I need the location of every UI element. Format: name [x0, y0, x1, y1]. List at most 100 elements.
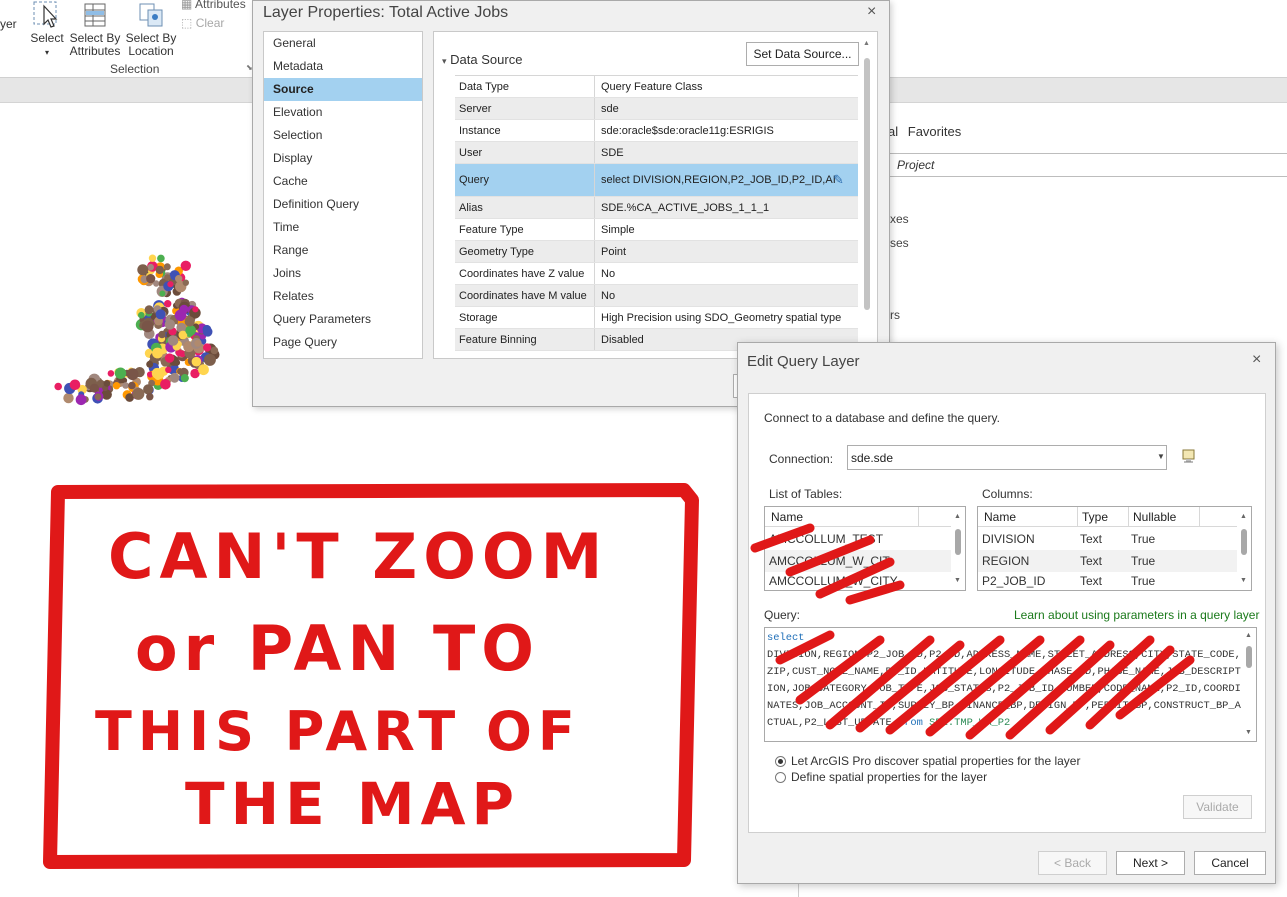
- map-point: [159, 290, 166, 297]
- pencil-edit-icon[interactable]: ✎: [833, 172, 844, 188]
- query-textarea[interactable]: select DIVISION,REGION,P2_JOB_ID,P2_ID,A…: [764, 627, 1257, 742]
- scrollbar-thumb[interactable]: [864, 58, 870, 310]
- scroll-down-arrow-icon[interactable]: ▼: [954, 577, 961, 584]
- scrollbar-thumb[interactable]: [1246, 646, 1252, 668]
- catalog-item-fragment[interactable]: xes: [890, 212, 909, 226]
- close-icon[interactable]: ×: [867, 3, 876, 21]
- chevron-down-icon[interactable]: ▾: [45, 48, 49, 57]
- header-divider: [1128, 507, 1129, 527]
- scroll-down-arrow-icon[interactable]: ▼: [1245, 729, 1252, 736]
- catalog-item-fragment[interactable]: rs: [890, 308, 900, 322]
- map-point: [198, 364, 209, 376]
- database-connection-icon[interactable]: [1181, 448, 1197, 467]
- map-point: [185, 325, 196, 336]
- source-panel: ▾ Data Source Set Data Source... Data Ty…: [433, 31, 878, 359]
- property-key: Query: [455, 164, 595, 196]
- validate-button[interactable]: Validate: [1183, 795, 1252, 819]
- connection-dropdown[interactable]: sde.sde: [847, 445, 1167, 470]
- property-row: Instance sde:oracle$sde:oracle11g:ESRIGIS: [455, 120, 858, 142]
- select-by-attributes-button[interactable]: Select By Attributes: [68, 0, 122, 58]
- attributes-button[interactable]: ▦ Attributes: [181, 0, 246, 11]
- vertical-scrollbar[interactable]: ▲ ▼: [1242, 628, 1256, 741]
- nav-definition-query[interactable]: Definition Query: [264, 193, 422, 216]
- property-value: select DIVISION,REGION,P2_JOB_ID,P2_ID,A…: [601, 174, 836, 186]
- select-by-attributes-label-1: Select By: [69, 31, 121, 45]
- radio-define-spatial[interactable]: [775, 772, 786, 783]
- tab-favorites[interactable]: Favorites: [908, 124, 961, 139]
- clear-button[interactable]: ⬚ Clear: [181, 16, 224, 30]
- table-list-item[interactable]: AMCCOLLUM_TEST: [765, 528, 951, 550]
- radio-define-label[interactable]: Define spatial properties for the layer: [791, 770, 987, 784]
- query-keyword-select: select: [767, 632, 805, 644]
- map-point: [128, 381, 136, 390]
- map-point: [141, 320, 154, 333]
- scroll-up-arrow-icon[interactable]: ▲: [1245, 632, 1252, 639]
- cancel-button[interactable]: Cancel: [1194, 851, 1266, 875]
- map-point: [164, 319, 176, 330]
- property-value: SDE: [601, 146, 624, 159]
- table-icon: ▦: [181, 0, 193, 11]
- map-point: [69, 379, 81, 391]
- header-divider: [1199, 507, 1200, 527]
- table-list-item[interactable]: AMCCOLLUM_W_CITY: [765, 572, 951, 590]
- data-source-section[interactable]: ▾ Data Source: [442, 52, 522, 67]
- nav-time[interactable]: Time: [264, 216, 422, 239]
- chevron-down-icon[interactable]: ▾: [442, 56, 447, 66]
- vertical-scrollbar[interactable]: ▲ ▼: [1237, 507, 1251, 590]
- radio-discover-label[interactable]: Let ArcGIS Pro discover spatial properti…: [791, 754, 1080, 768]
- property-key: Data Type: [455, 76, 595, 97]
- nav-query-parameters[interactable]: Query Parameters: [264, 308, 422, 331]
- property-value: No: [601, 267, 616, 280]
- select-by-location-button[interactable]: Select By Location: [124, 0, 178, 58]
- table-list-item[interactable]: AMCCOLLUM_W_CIT: [765, 550, 951, 572]
- vertical-scrollbar[interactable]: ▲ ▼: [951, 507, 965, 590]
- column-header-name[interactable]: Name: [771, 510, 803, 524]
- property-row-query[interactable]: Query select DIVISION,REGION,P2_JOB_ID,P…: [455, 164, 858, 197]
- back-button[interactable]: < Back: [1038, 851, 1107, 875]
- nav-page-query[interactable]: Page Query: [264, 331, 422, 354]
- map-point: [146, 360, 154, 368]
- column-header-name[interactable]: Name: [984, 510, 1016, 524]
- vertical-scrollbar[interactable]: ▲: [862, 40, 872, 352]
- nav-display[interactable]: Display: [264, 147, 422, 170]
- property-row: Storage High Precision using SDO_Geometry…: [455, 307, 858, 329]
- property-row: Coordinates have M value No: [455, 285, 858, 307]
- intro-text: Connect to a database and define the que…: [764, 411, 1000, 425]
- nav-general[interactable]: General: [264, 32, 422, 55]
- set-data-source-button[interactable]: Set Data Source...: [746, 42, 859, 66]
- nav-source[interactable]: Source: [264, 78, 422, 101]
- scroll-up-arrow-icon[interactable]: ▲: [954, 513, 961, 520]
- nav-selection[interactable]: Selection: [264, 124, 422, 147]
- next-button[interactable]: Next >: [1116, 851, 1185, 875]
- column-type-cell: Text: [1080, 532, 1103, 546]
- column-row[interactable]: REGION Text True: [978, 550, 1237, 572]
- tables-list: Name AMCCOLLUM_TEST AMCCOLLUM_W_CIT AMCC…: [764, 506, 966, 591]
- select-button[interactable]: Select ▾: [30, 0, 64, 59]
- scroll-up-arrow-icon[interactable]: ▲: [863, 40, 870, 47]
- map-point: [137, 264, 149, 276]
- nav-relates[interactable]: Relates: [264, 285, 422, 308]
- select-by-attributes-label-2: Attributes: [69, 44, 121, 58]
- nav-elevation[interactable]: Elevation: [264, 101, 422, 124]
- nav-metadata[interactable]: Metadata: [264, 55, 422, 78]
- scrollbar-thumb[interactable]: [1241, 529, 1247, 555]
- query-table-name: SDE.TMP_WA_P2: [929, 717, 1011, 729]
- close-icon[interactable]: ×: [1252, 351, 1261, 369]
- scroll-down-arrow-icon[interactable]: ▼: [1240, 577, 1247, 584]
- map-point: [107, 370, 115, 377]
- learn-parameters-link[interactable]: Learn about using parameters in a query …: [1014, 608, 1259, 622]
- chevron-down-icon[interactable]: ▼: [1157, 452, 1165, 461]
- property-value: High Precision using SDO_Geometry spatia…: [601, 311, 842, 324]
- catalog-project-row[interactable]: Project: [888, 153, 1287, 177]
- catalog-item-fragment[interactable]: ses: [890, 236, 909, 250]
- nav-range[interactable]: Range: [264, 239, 422, 262]
- nav-joins[interactable]: Joins: [264, 262, 422, 285]
- radio-discover-spatial[interactable]: [775, 756, 786, 767]
- scroll-up-arrow-icon[interactable]: ▲: [1240, 513, 1247, 520]
- column-header-type[interactable]: Type: [1082, 510, 1108, 524]
- column-header-nullable[interactable]: Nullable: [1133, 510, 1176, 524]
- map-point: [167, 335, 179, 346]
- nav-cache[interactable]: Cache: [264, 170, 422, 193]
- map-point: [164, 300, 172, 308]
- scrollbar-thumb[interactable]: [955, 529, 961, 555]
